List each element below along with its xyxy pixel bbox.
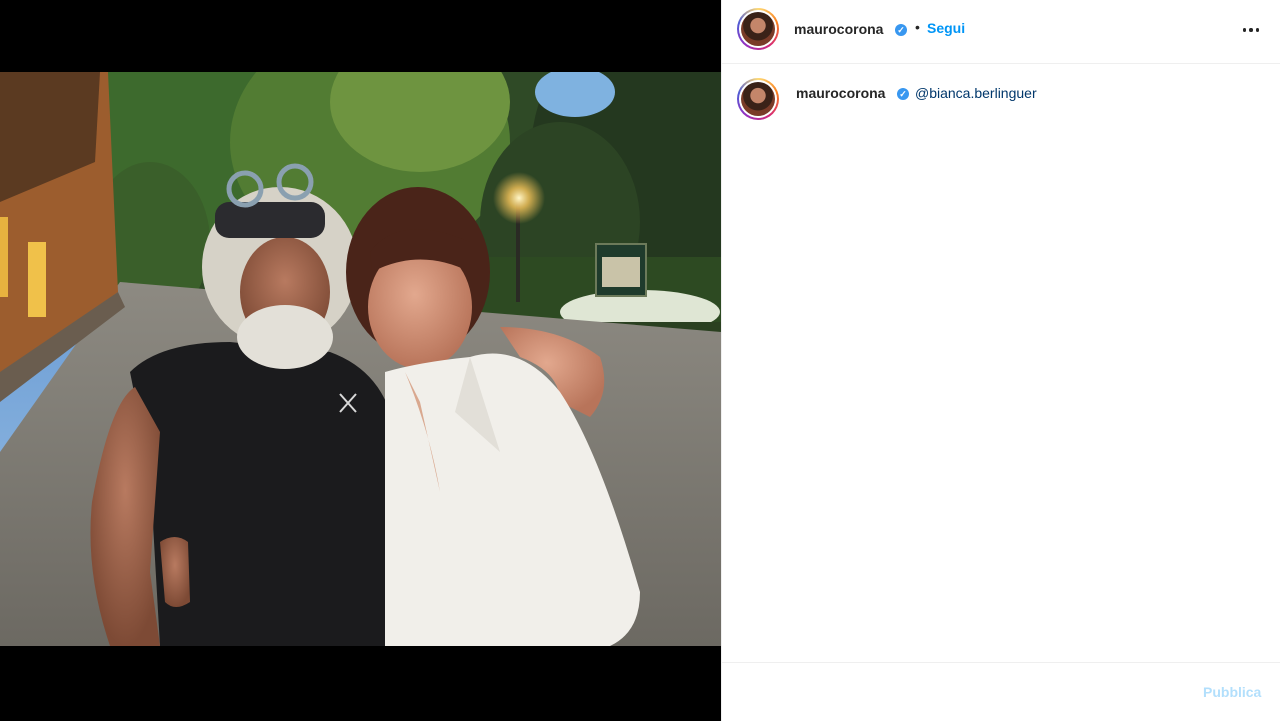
avatar-image	[741, 12, 775, 46]
verified-badge-icon: ✓	[895, 24, 907, 36]
dot	[1249, 28, 1253, 32]
comment-input[interactable]	[738, 679, 1192, 707]
post-header: maurocorona ✓ • Segui	[722, 0, 1280, 64]
dot	[1255, 28, 1260, 32]
verified-badge-icon: ✓	[897, 88, 909, 100]
author-username[interactable]: maurocorona	[794, 21, 883, 37]
caption-author-username[interactable]: maurocorona	[796, 85, 885, 101]
post-photo[interactable]	[0, 72, 721, 646]
publish-button[interactable]: Pubblica	[1203, 684, 1261, 700]
photo-illustration	[0, 72, 721, 646]
caption-mention-link[interactable]: @bianca.berlinguer	[915, 85, 1037, 101]
dot-separator: •	[915, 19, 920, 35]
post-caption: maurocorona ✓ @bianca.berlinguer	[722, 64, 1280, 164]
avatar-inner	[739, 80, 777, 118]
comment-bar: Pubblica	[722, 662, 1280, 721]
dot	[1242, 28, 1247, 32]
avatar-image	[741, 82, 775, 116]
post-side-panel: maurocorona ✓ • Segui maurocorona ✓ @bia…	[721, 0, 1280, 721]
author-avatar[interactable]	[737, 8, 779, 50]
follow-button[interactable]: Segui	[927, 20, 965, 36]
media-panel	[0, 0, 721, 721]
caption-author-avatar[interactable]	[737, 78, 779, 120]
avatar-inner	[739, 10, 777, 48]
more-options-icon[interactable]	[1239, 18, 1263, 42]
